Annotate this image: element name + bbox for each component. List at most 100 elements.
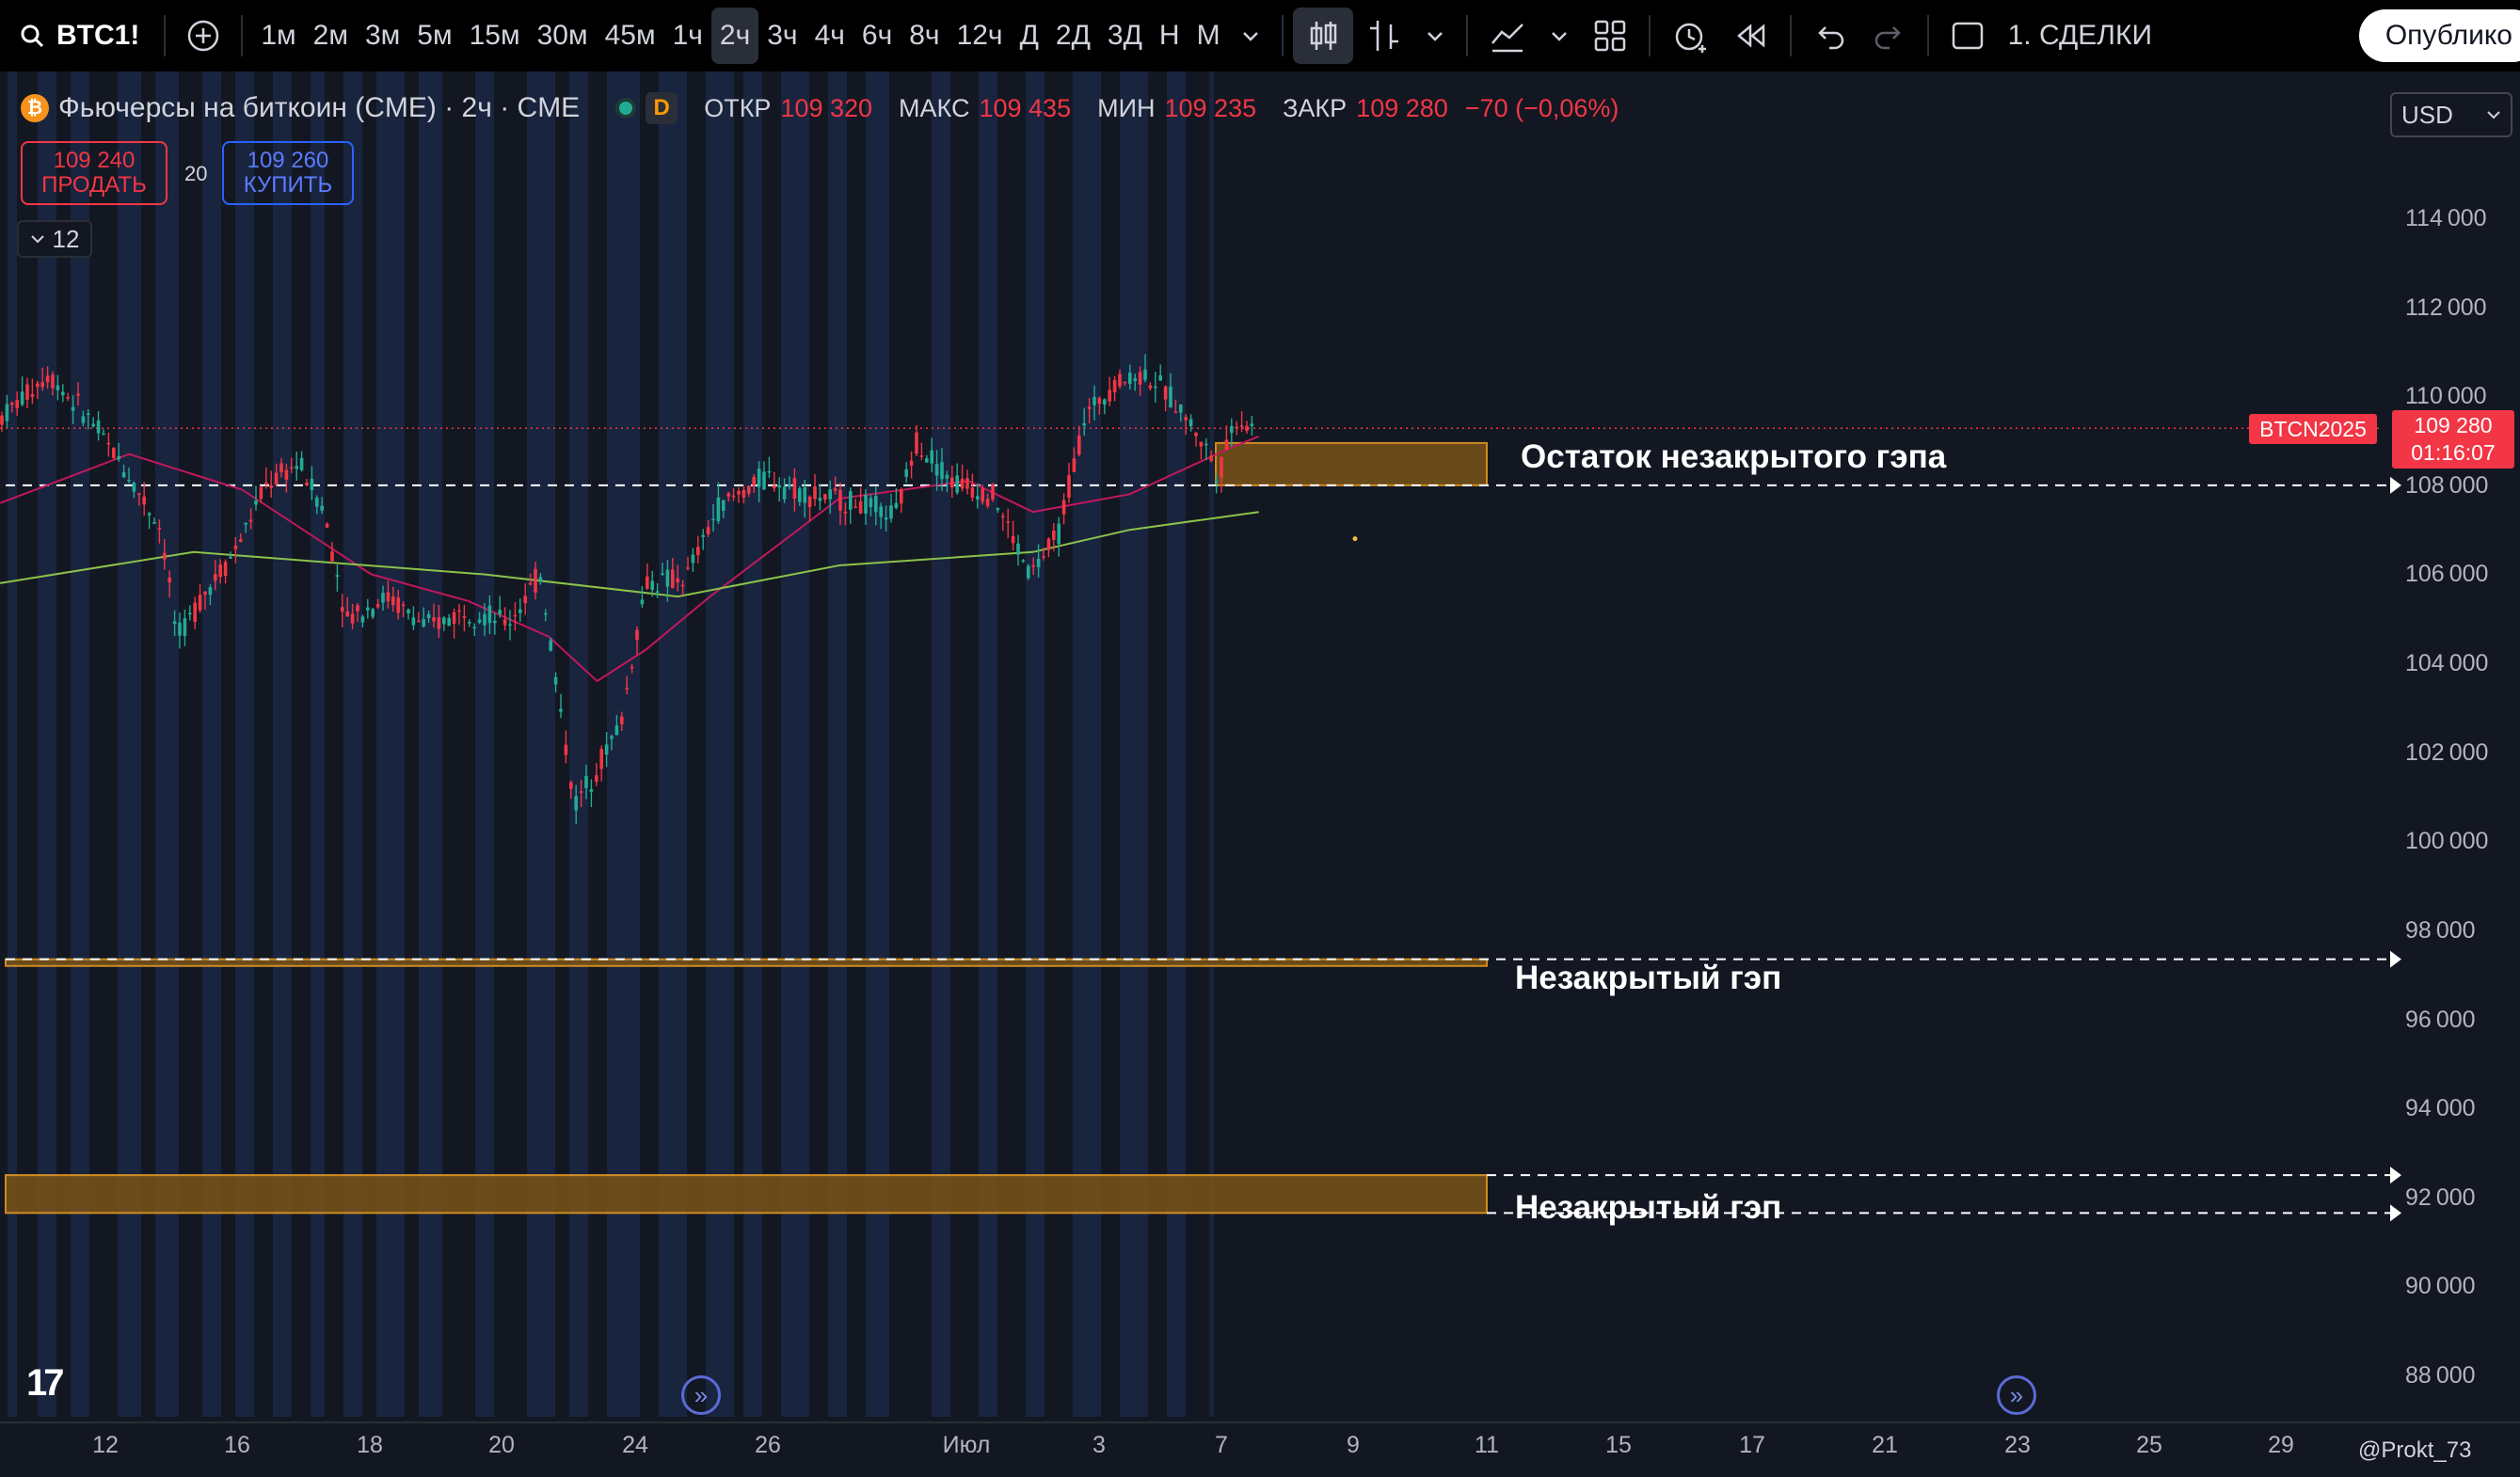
interval-2[interactable]: 3м bbox=[357, 8, 408, 64]
trades-button[interactable]: 1. СДЕЛКИ bbox=[1997, 8, 2163, 64]
interval-7[interactable]: 1ч bbox=[664, 8, 711, 64]
replay-button[interactable] bbox=[1720, 8, 1780, 64]
session-band bbox=[1167, 71, 1186, 1417]
symbol-search[interactable]: BTC1! bbox=[11, 20, 154, 52]
candle-body bbox=[934, 464, 939, 476]
x-tick-label: 17 bbox=[1739, 1432, 1765, 1458]
candle-body bbox=[742, 489, 746, 498]
x-tick-label: 15 bbox=[1605, 1432, 1632, 1458]
undo-button[interactable] bbox=[1801, 8, 1859, 64]
candles-chart-type-button[interactable] bbox=[1292, 8, 1353, 64]
tradingview-logo[interactable]: 17 bbox=[26, 1362, 64, 1405]
candle-body bbox=[295, 466, 298, 469]
candle-body bbox=[1169, 386, 1172, 408]
candle-body bbox=[87, 413, 90, 416]
layout-button[interactable] bbox=[1581, 8, 1639, 64]
candle-body bbox=[1108, 389, 1111, 402]
candle-body bbox=[1239, 425, 1244, 427]
bars-chart-type-button[interactable] bbox=[1353, 8, 1413, 64]
candle-body bbox=[701, 534, 705, 537]
candle-body bbox=[1188, 419, 1193, 427]
candle-body bbox=[121, 472, 126, 478]
session-band bbox=[38, 71, 56, 1417]
fullscreen-button[interactable] bbox=[1938, 8, 1997, 64]
candle-body bbox=[375, 604, 380, 608]
candle-body bbox=[437, 617, 441, 629]
interval-17[interactable]: Н bbox=[1151, 8, 1188, 64]
chart-title[interactable]: Фьючерсы на биткоин (CME) · 2ч · CME bbox=[58, 92, 580, 124]
interval-11[interactable]: 6ч bbox=[853, 8, 901, 64]
interval-13[interactable]: 12ч bbox=[949, 8, 1012, 64]
gap-label-3[interactable]: Незакрытый гэп bbox=[1515, 1189, 1781, 1227]
y-tick-label: 94 000 bbox=[2405, 1095, 2476, 1122]
low-label: МИН bbox=[1097, 93, 1156, 122]
interval-18[interactable]: М bbox=[1188, 8, 1229, 64]
interval-3[interactable]: 5м bbox=[408, 8, 460, 64]
interval-4[interactable]: 15м bbox=[461, 8, 529, 64]
chart-type-dropdown[interactable] bbox=[1413, 8, 1457, 64]
candle-body bbox=[81, 416, 86, 423]
event-marker-icon[interactable]: » bbox=[1997, 1375, 2036, 1415]
publish-button[interactable]: Опублико bbox=[2358, 9, 2520, 62]
candle-body bbox=[894, 502, 899, 508]
alert-button[interactable] bbox=[1660, 8, 1720, 64]
redo-button[interactable] bbox=[1859, 8, 1918, 64]
candle-body bbox=[1097, 398, 1102, 405]
sell-button[interactable]: 109 240 ПРОДАТЬ bbox=[21, 141, 167, 205]
interval-list: 1м 2м 3м 5м 15м 30м 45м 1ч 2ч 3ч 4ч 6ч 8ч 12ч Д 2Д 3Д Н М bbox=[252, 8, 1228, 64]
interval-12[interactable]: 8ч bbox=[901, 8, 948, 64]
bars-icon bbox=[1369, 21, 1398, 51]
candle-body bbox=[579, 791, 583, 793]
interval-0[interactable]: 1м bbox=[252, 8, 304, 64]
y-tick-label: 90 000 bbox=[2405, 1273, 2476, 1300]
x-tick-label: 21 bbox=[1872, 1432, 1898, 1458]
candle-body bbox=[1209, 455, 1213, 461]
interval-16[interactable]: 3Д bbox=[1099, 8, 1151, 64]
interval-dropdown-button[interactable] bbox=[1229, 8, 1272, 64]
candle-body bbox=[360, 616, 365, 623]
interval-5[interactable]: 30м bbox=[529, 8, 597, 64]
market-status-icon[interactable] bbox=[615, 98, 637, 119]
x-tick-label: 18 bbox=[357, 1432, 383, 1458]
candle-body bbox=[874, 496, 878, 513]
alarm-clock-icon bbox=[1675, 23, 1706, 53]
currency-select[interactable]: USD bbox=[2390, 92, 2512, 137]
x-tick-label: 16 bbox=[224, 1432, 250, 1458]
candle-body bbox=[508, 624, 512, 627]
indicators-button[interactable] bbox=[1477, 8, 1538, 64]
indicators-collapse-button[interactable]: 12 bbox=[17, 220, 92, 258]
interval-1[interactable]: 2м bbox=[305, 8, 357, 64]
session-band bbox=[659, 71, 687, 1417]
candle-body bbox=[1046, 538, 1051, 550]
candle-body bbox=[91, 423, 95, 427]
candle-body bbox=[1103, 399, 1107, 405]
interval-15[interactable]: 2Д bbox=[1047, 8, 1099, 64]
close-label: ЗАКР bbox=[1283, 93, 1348, 122]
compare-button[interactable] bbox=[175, 8, 231, 64]
candle-body bbox=[549, 640, 552, 651]
interval-14[interactable]: Д bbox=[1012, 8, 1047, 64]
event-marker-icon[interactable]: » bbox=[681, 1375, 721, 1415]
candle-body bbox=[559, 708, 563, 712]
candle-body bbox=[229, 556, 232, 559]
candle-body bbox=[1163, 386, 1168, 400]
interval-10[interactable]: 4ч bbox=[806, 8, 853, 64]
price-chart[interactable] bbox=[0, 71, 2520, 1477]
interval-8[interactable]: 2ч bbox=[710, 8, 759, 64]
x-tick-label: 25 bbox=[2136, 1432, 2162, 1458]
line-end-arrow-icon bbox=[2390, 476, 2401, 494]
grid-icon bbox=[1594, 20, 1625, 52]
indicators-dropdown[interactable] bbox=[1538, 8, 1581, 64]
data-delay-badge[interactable]: D bbox=[646, 92, 678, 124]
candle-body bbox=[518, 609, 522, 613]
interval-9[interactable]: 3ч bbox=[758, 8, 805, 64]
buy-button[interactable]: 109 260 КУПИТЬ bbox=[222, 141, 354, 205]
candle-body bbox=[1001, 516, 1005, 517]
candle-body bbox=[858, 500, 863, 514]
gap-label-1[interactable]: Остаток незакрытого гэпа bbox=[1521, 438, 1946, 476]
interval-6[interactable]: 45м bbox=[597, 8, 664, 64]
chart-area[interactable] bbox=[0, 71, 2520, 1477]
change-value: −70 (−0,06%) bbox=[1464, 93, 1619, 122]
gap-label-2[interactable]: Незакрытый гэп bbox=[1515, 960, 1781, 997]
candle-body bbox=[1067, 475, 1071, 498]
